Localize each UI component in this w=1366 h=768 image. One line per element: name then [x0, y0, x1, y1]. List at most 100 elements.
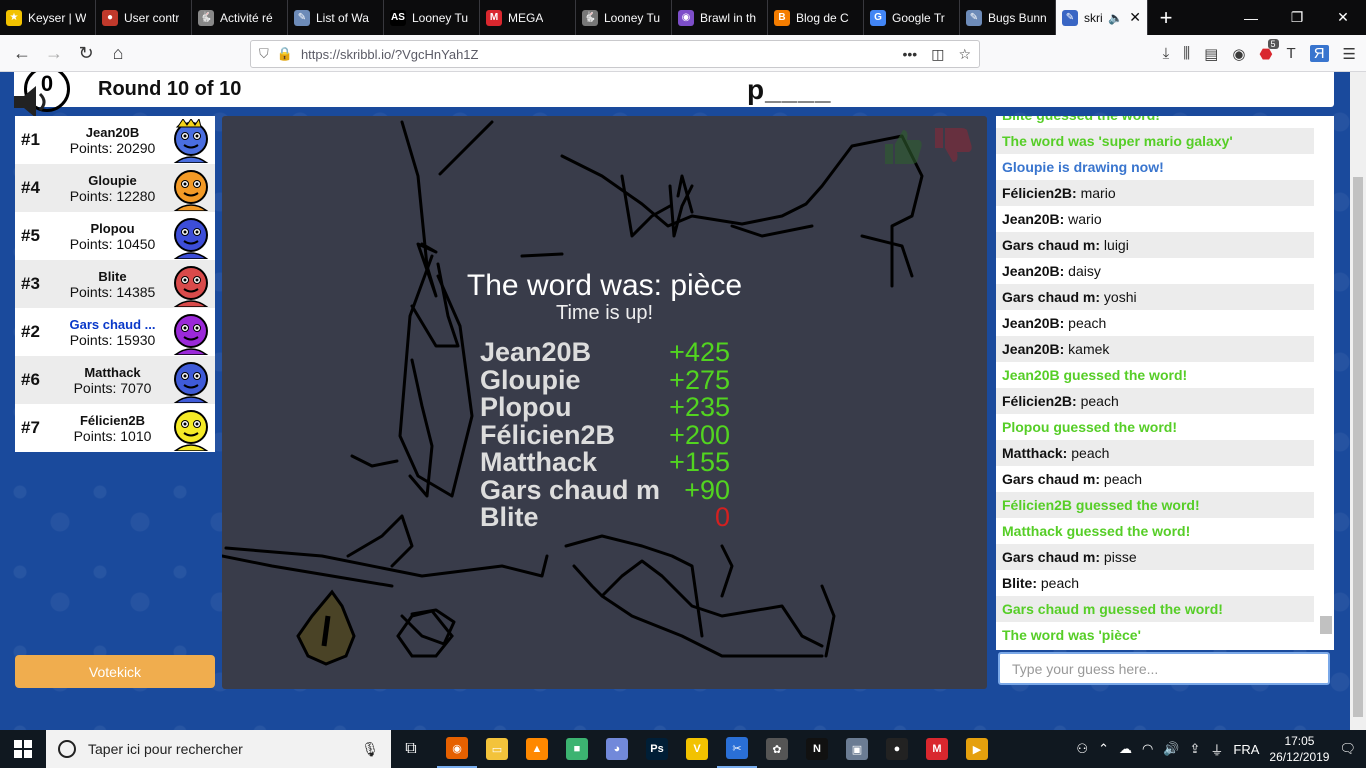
browser-tab[interactable]: ● User contr	[96, 0, 192, 35]
tracking-protection-icon[interactable]: ⛉	[259, 46, 269, 62]
movie-maker-icon[interactable]: ✂	[717, 730, 757, 768]
close-tab-icon[interactable]: ✕	[1129, 9, 1141, 26]
chat-text: peach	[1067, 445, 1110, 461]
translate-extension-icon[interactable]: Я	[1309, 45, 1329, 62]
cloud-upload-icon[interactable]: ⇪	[1190, 741, 1201, 757]
back-icon[interactable]: ←	[6, 37, 38, 69]
guess-input[interactable]: Type your guess here...	[998, 652, 1330, 685]
tab-favicon-icon: ●	[102, 9, 118, 26]
player-row[interactable]: #5 Plopou Points: 10450	[15, 212, 215, 260]
page-scrollbar[interactable]	[1350, 72, 1366, 730]
tab-title: Bugs Bunn	[988, 10, 1047, 25]
chat-text: Jean20B guessed the word!	[1002, 367, 1188, 383]
onedrive-icon[interactable]: ☁	[1119, 741, 1132, 757]
player-row[interactable]: #2 Gars chaud ... Points: 15930	[15, 308, 215, 356]
photos-icon[interactable]: ▣	[837, 730, 877, 768]
chat-message: The word was 'super mario galaxy'	[996, 128, 1314, 154]
language-indicator[interactable]: FRA	[1233, 742, 1259, 757]
bookmark-star-icon[interactable]: ☆	[958, 46, 971, 63]
vectorize-icon[interactable]: V	[677, 730, 717, 768]
chat-message: Gars chaud m guessed the word!	[996, 596, 1314, 622]
volume-icon[interactable]: 🔊	[1163, 741, 1179, 757]
player-name: Gars chaud ...	[69, 316, 156, 332]
url-text[interactable]: https://skribbl.io/?VgcHnYah1Z	[301, 47, 479, 62]
browser-tab[interactable]: ✎ List of Wa	[288, 0, 384, 35]
wifi-icon[interactable]: ◠	[1142, 741, 1153, 757]
time-up-text: Time is up!	[555, 302, 654, 324]
player-row[interactable]: #4 Gloupie Points: 12280	[15, 164, 215, 212]
page-actions-icon[interactable]: •••	[902, 46, 917, 63]
result-score: +235	[669, 392, 730, 422]
app-glyph: ▭	[486, 738, 508, 760]
start-button[interactable]	[0, 730, 46, 768]
player-row[interactable]: #6 Matthack Points: 7070	[15, 356, 215, 404]
drawing-canvas[interactable]: The word was: pièce Time is up! Jean20B +…	[222, 116, 987, 689]
photoshop-icon[interactable]: Ps	[637, 730, 677, 768]
chat-scrollbar[interactable]	[1318, 120, 1332, 648]
usb-icon[interactable]: ⏚	[1210, 740, 1223, 759]
browser-tab[interactable]: ★ Keyser | W	[0, 0, 96, 35]
vlc-icon[interactable]: ▲	[517, 730, 557, 768]
close-window-icon[interactable]: ✕	[1320, 0, 1366, 35]
sidebar-icon[interactable]: ▤	[1204, 45, 1218, 63]
lock-icon[interactable]: 🔒	[277, 46, 293, 62]
browser-tab-active[interactable]: ✎ skri 🔈 ✕	[1056, 0, 1148, 35]
browser-tab[interactable]: M MEGA	[480, 0, 576, 35]
browser-tab[interactable]: B Blog de C	[768, 0, 864, 35]
plex-icon[interactable]: ▶	[957, 730, 997, 768]
player-row[interactable]: #7 Félicien2B Points: 1010	[15, 404, 215, 452]
browser-tab[interactable]: 🐇 Looney Tu	[576, 0, 672, 35]
browser-tab[interactable]: 🐇 Activité ré	[192, 0, 288, 35]
result-player-name: Blite	[480, 502, 539, 532]
player-avatar-icon	[173, 170, 209, 211]
address-bar[interactable]: ⛉ 🔒 https://skribbl.io/?VgcHnYah1Z ••• ◫…	[250, 40, 980, 68]
library-icon[interactable]: ⫼	[1183, 45, 1190, 62]
menu-icon[interactable]: ☰	[1343, 45, 1356, 63]
account-icon[interactable]: ◉	[1232, 45, 1245, 63]
forward-icon[interactable]: →	[38, 37, 70, 69]
app-glyph: V	[686, 738, 708, 760]
taskbar-clock[interactable]: 17:05 26/12/2019	[1269, 733, 1329, 765]
chat-message: The word was 'pièce'	[996, 622, 1314, 648]
people-icon[interactable]: ⚇	[1076, 741, 1088, 757]
obs-icon[interactable]: ●	[877, 730, 917, 768]
microphone-icon[interactable]: 🎙	[361, 741, 379, 758]
file-explorer-icon[interactable]: ▭	[477, 730, 517, 768]
tab-audio-icon[interactable]: 🔈	[1108, 11, 1123, 25]
player-row[interactable]: #3 Blite Points: 14385	[15, 260, 215, 308]
votekick-button[interactable]: Votekick	[15, 655, 215, 688]
paint3d-icon[interactable]: ✿	[757, 730, 797, 768]
app-glyph: ▲	[526, 738, 548, 760]
taskbar-search[interactable]: Taper ici pour rechercher 🎙	[46, 730, 391, 768]
text-extension-icon[interactable]: T	[1287, 45, 1296, 62]
chat-message: Félicien2B: mario	[996, 180, 1314, 206]
browser-tab[interactable]: AS Looney Tu	[384, 0, 480, 35]
chat-message: Gars chaud m: pisse	[996, 544, 1314, 570]
show-hidden-icons[interactable]: ⌃	[1098, 741, 1109, 757]
downloads-icon[interactable]: ⤓	[1163, 45, 1170, 62]
browser-tab[interactable]: G Google Tr	[864, 0, 960, 35]
minimize-icon[interactable]: —	[1228, 0, 1274, 35]
home-icon[interactable]: ⌂	[102, 37, 134, 69]
task-view-icon[interactable]: ⧉	[391, 730, 431, 768]
browser-tab[interactable]: ◉ Brawl in th	[672, 0, 768, 35]
app-glyph: N	[806, 738, 828, 760]
reload-icon[interactable]: ↻	[70, 37, 102, 69]
browser-tab[interactable]: ✎ Bugs Bunn	[960, 0, 1056, 35]
chat-message: Gloupie is drawing now!	[996, 154, 1314, 180]
chat-message: Félicien2B: peach	[996, 388, 1314, 414]
discord-icon[interactable]: ◕	[597, 730, 637, 768]
player-row[interactable]: #1 Jean20B Points: 20290	[15, 116, 215, 164]
restore-icon[interactable]: ❐	[1274, 0, 1320, 35]
new-tab-button[interactable]: +	[1148, 0, 1184, 35]
adblock-icon[interactable]: ⬣ 5	[1259, 38, 1279, 63]
page-scroll-thumb[interactable]	[1353, 177, 1363, 717]
chat-scroll-thumb[interactable]	[1320, 616, 1332, 634]
player-info: Félicien2B Points: 1010	[55, 413, 170, 444]
netflix-icon[interactable]: N	[797, 730, 837, 768]
paint-icon[interactable]: ■	[557, 730, 597, 768]
pocket-icon[interactable]: ◫	[931, 46, 944, 63]
firefox-icon[interactable]: ◉	[437, 730, 477, 768]
mega-icon[interactable]: M	[917, 730, 957, 768]
notifications-icon[interactable]: 🗨	[1339, 741, 1356, 757]
